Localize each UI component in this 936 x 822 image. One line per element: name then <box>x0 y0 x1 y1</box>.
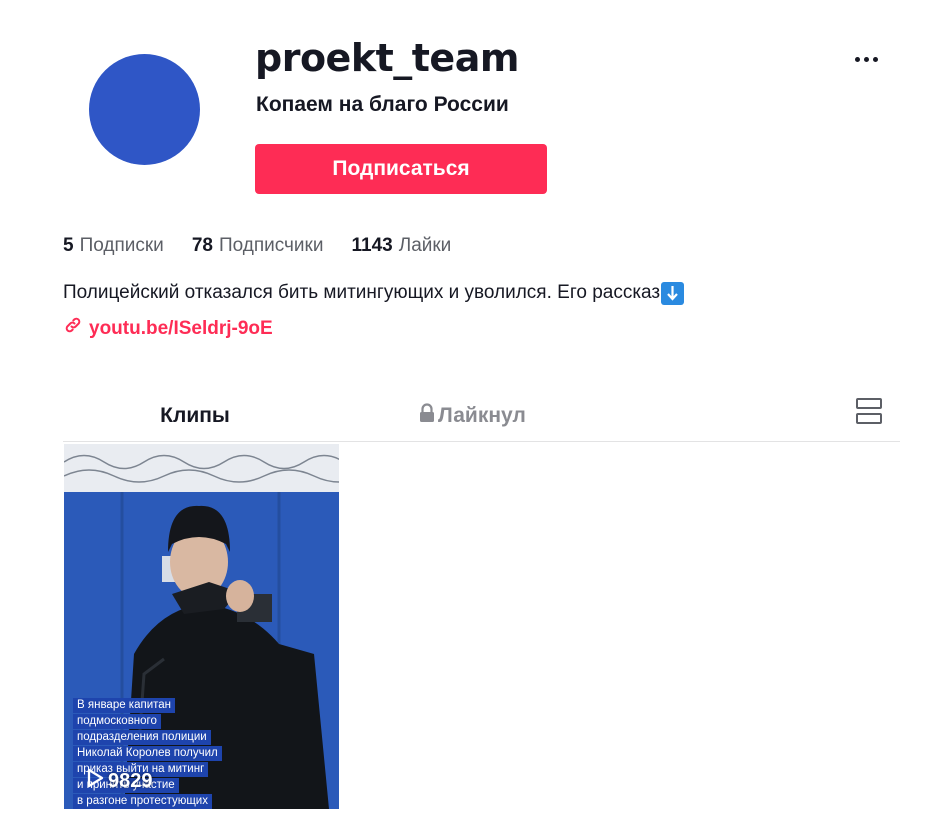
bio: Полицейский отказался бить митингующих и… <box>63 280 685 306</box>
caption-line: подмосковного <box>73 714 161 729</box>
likes-label: Лайки <box>398 235 452 256</box>
play-icon <box>86 768 104 794</box>
followers-count: 78 <box>191 235 213 256</box>
tab-clips[interactable]: Клипы <box>63 390 327 441</box>
caption-line: В январе капитан <box>73 698 176 713</box>
video-views: 9829 <box>86 768 153 794</box>
video-view-count: 9829 <box>108 769 153 792</box>
link-text: youtu.be/ISeldrj-9oE <box>89 318 273 339</box>
bio-link[interactable]: youtu.be/ISeldrj-9oE <box>64 316 273 342</box>
tab-liked-label: Лайкнул <box>438 403 526 427</box>
down-arrow-emoji-icon <box>661 281 685 305</box>
tab-clips-label: Клипы <box>160 403 230 427</box>
link-icon <box>64 316 82 342</box>
following-count: 5 <box>63 235 74 256</box>
lock-icon <box>418 402 436 429</box>
follow-button[interactable]: Подписаться <box>255 144 547 194</box>
more-horizontal-icon[interactable] <box>846 44 886 74</box>
caption-line: подразделения полиции <box>73 730 211 745</box>
followers-label: Подписчики <box>218 235 324 256</box>
likes-count: 1143 <box>351 235 393 256</box>
followers-stat[interactable]: 78 Подписчики <box>192 233 324 259</box>
layout-toggle-icon[interactable] <box>852 394 886 428</box>
profile-stats: 5 Подписки 78 Подписчики 1143 Лайки <box>63 233 451 259</box>
avatar[interactable] <box>89 54 200 165</box>
following-label: Подписки <box>79 235 164 256</box>
caption-line: Николай Королев получил <box>73 746 222 761</box>
video-thumbnail[interactable]: В январе капитан подмосковного подразделен… <box>64 444 339 809</box>
following-stat[interactable]: 5 Подписки <box>63 233 164 259</box>
caption-line: в разгоне протестующих <box>73 794 212 809</box>
nickname: Копаем на благо России <box>256 93 509 116</box>
profile-tabs: Клипы Лайкнул <box>63 390 900 442</box>
bio-text: Полицейский отказался бить митингующих и… <box>63 282 661 303</box>
username: proekt_team <box>255 36 519 80</box>
likes-stat: 1143 Лайки <box>351 233 451 259</box>
tab-liked[interactable]: Лайкнул <box>418 390 526 441</box>
